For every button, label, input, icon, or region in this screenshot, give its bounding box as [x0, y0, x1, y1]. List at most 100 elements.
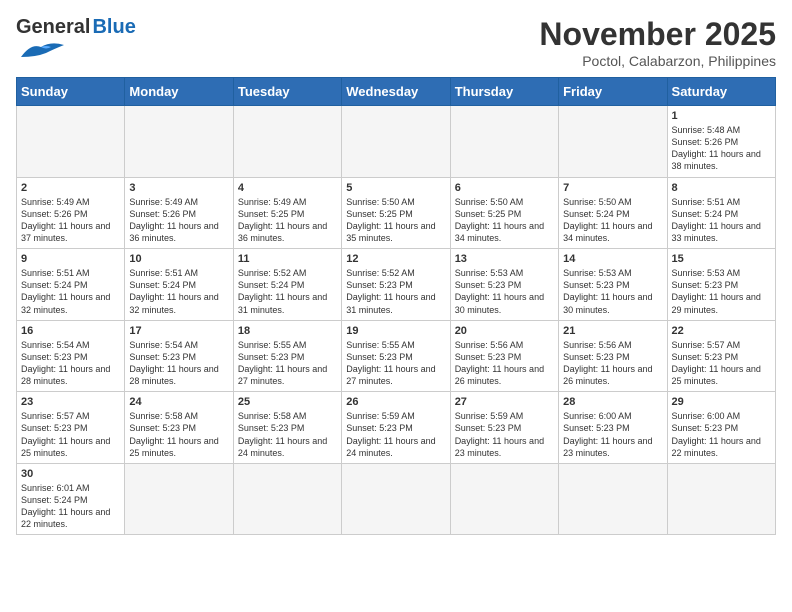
sunset-label: Sunset: 5:23 PM — [346, 352, 413, 362]
sunset-label: Sunset: 5:25 PM — [238, 209, 305, 219]
sunset-label: Sunset: 5:23 PM — [346, 280, 413, 290]
calendar-cell: 23Sunrise: 5:57 AMSunset: 5:23 PMDayligh… — [17, 392, 125, 464]
day-number: 15 — [672, 253, 771, 265]
cell-content: Sunrise: 6:00 AMSunset: 5:23 PMDaylight:… — [672, 410, 771, 459]
calendar-cell: 18Sunrise: 5:55 AMSunset: 5:23 PMDayligh… — [233, 320, 341, 392]
day-number: 6 — [455, 182, 554, 194]
daylight-label: Daylight: 11 hours and 34 minutes. — [563, 221, 652, 243]
sunrise-label: Sunrise: 5:54 AM — [129, 340, 198, 350]
calendar-body: 1 Sunrise: 5:48 AMSunset: 5:26 PMDaylight… — [17, 106, 776, 535]
cell-content: Sunrise: 6:01 AMSunset: 5:24 PMDaylight:… — [21, 482, 120, 531]
title-section: November 2025 Poctol, Calabarzon, Philip… — [539, 16, 776, 69]
calendar-cell: 29Sunrise: 6:00 AMSunset: 5:23 PMDayligh… — [667, 392, 775, 464]
sunset-label: Sunset: 5:24 PM — [238, 280, 305, 290]
daylight-label: Daylight: 11 hours and 27 minutes. — [346, 364, 435, 386]
sunrise-label: Sunrise: 5:59 AM — [346, 411, 415, 421]
cell-content: Sunrise: 5:57 AMSunset: 5:23 PMDaylight:… — [672, 339, 771, 388]
location: Poctol, Calabarzon, Philippines — [539, 53, 776, 69]
calendar-cell: 12Sunrise: 5:52 AMSunset: 5:23 PMDayligh… — [342, 249, 450, 321]
calendar-cell — [342, 463, 450, 535]
day-number: 4 — [238, 182, 337, 194]
cell-content: Sunrise: 5:59 AMSunset: 5:23 PMDaylight:… — [455, 410, 554, 459]
sunrise-label: Sunrise: 6:00 AM — [563, 411, 632, 421]
sunrise-label: Sunrise: 5:57 AM — [672, 340, 741, 350]
day-number: 27 — [455, 396, 554, 408]
sunset-label: Sunset: 5:23 PM — [455, 280, 522, 290]
day-number: 20 — [455, 325, 554, 337]
daylight-label: Daylight: 11 hours and 28 minutes. — [21, 364, 110, 386]
daylight-label: Daylight: 11 hours and 30 minutes. — [563, 292, 652, 314]
day-number: 3 — [129, 182, 228, 194]
calendar-week-row: 30Sunrise: 6:01 AMSunset: 5:24 PMDayligh… — [17, 463, 776, 535]
day-number: 2 — [21, 182, 120, 194]
weekday-header-friday: Friday — [559, 78, 667, 106]
sunrise-label: Sunrise: 5:53 AM — [455, 268, 524, 278]
cell-content: Sunrise: 5:52 AMSunset: 5:24 PMDaylight:… — [238, 267, 337, 316]
sunrise-label: Sunrise: 5:51 AM — [21, 268, 90, 278]
cell-content: Sunrise: 5:56 AMSunset: 5:23 PMDaylight:… — [563, 339, 662, 388]
cell-content: Sunrise: 5:50 AMSunset: 5:25 PMDaylight:… — [455, 196, 554, 245]
sunrise-label: Sunrise: 5:58 AM — [129, 411, 198, 421]
daylight-label: Daylight: 11 hours and 32 minutes. — [129, 292, 218, 314]
sunrise-label: Sunrise: 5:55 AM — [238, 340, 307, 350]
calendar-cell — [667, 463, 775, 535]
logo-bird-icon — [16, 39, 66, 61]
sunset-label: Sunset: 5:23 PM — [455, 423, 522, 433]
page-header: General Blue November 2025 Poctol, Calab… — [16, 16, 776, 69]
sunset-label: Sunset: 5:23 PM — [672, 423, 739, 433]
sunrise-label: Sunrise: 5:51 AM — [129, 268, 198, 278]
calendar-cell: 7Sunrise: 5:50 AMSunset: 5:24 PMDaylight… — [559, 177, 667, 249]
sunset-label: Sunset: 5:26 PM — [129, 209, 196, 219]
calendar-cell: 11Sunrise: 5:52 AMSunset: 5:24 PMDayligh… — [233, 249, 341, 321]
day-number: 13 — [455, 253, 554, 265]
daylight-label: Daylight: 11 hours and 35 minutes. — [346, 221, 435, 243]
day-number: 17 — [129, 325, 228, 337]
sunset-label: Sunset: 5:23 PM — [21, 423, 88, 433]
daylight-label: Daylight: 11 hours and 34 minutes. — [455, 221, 544, 243]
daylight-label: Daylight: 11 hours and 30 minutes. — [455, 292, 544, 314]
sunset-label: Sunset: 5:25 PM — [455, 209, 522, 219]
daylight-label: Daylight: 11 hours and 27 minutes. — [238, 364, 327, 386]
daylight-label: Daylight: 11 hours and 24 minutes. — [238, 436, 327, 458]
sunrise-label: Sunrise: 5:54 AM — [21, 340, 90, 350]
weekday-header-tuesday: Tuesday — [233, 78, 341, 106]
weekday-header-thursday: Thursday — [450, 78, 558, 106]
sunset-label: Sunset: 5:23 PM — [563, 423, 630, 433]
calendar-cell: 3Sunrise: 5:49 AMSunset: 5:26 PMDaylight… — [125, 177, 233, 249]
cell-content: Sunrise: 5:48 AMSunset: 5:26 PMDaylight:… — [672, 124, 771, 173]
calendar-cell — [450, 463, 558, 535]
calendar-cell: 25Sunrise: 5:58 AMSunset: 5:23 PMDayligh… — [233, 392, 341, 464]
sunrise-label: Sunrise: 5:50 AM — [563, 197, 632, 207]
daylight-label: Daylight: 11 hours and 28 minutes. — [129, 364, 218, 386]
sunrise-label: Sunrise: 5:58 AM — [238, 411, 307, 421]
calendar-week-row: 23Sunrise: 5:57 AMSunset: 5:23 PMDayligh… — [17, 392, 776, 464]
cell-content: Sunrise: 5:50 AMSunset: 5:24 PMDaylight:… — [563, 196, 662, 245]
day-number: 22 — [672, 325, 771, 337]
calendar-cell — [559, 463, 667, 535]
day-number: 5 — [346, 182, 445, 194]
sunset-label: Sunset: 5:23 PM — [129, 352, 196, 362]
cell-content: Sunrise: 5:53 AMSunset: 5:23 PMDaylight:… — [563, 267, 662, 316]
calendar-cell — [559, 106, 667, 178]
cell-content: Sunrise: 5:53 AM Sunset: 5:23 PM Daylight:… — [455, 267, 554, 316]
day-number: 10 — [129, 253, 228, 265]
cell-content: Sunrise: 5:58 AMSunset: 5:23 PMDaylight:… — [238, 410, 337, 459]
cell-content: Sunrise: 6:00 AMSunset: 5:23 PMDaylight:… — [563, 410, 662, 459]
sunrise-label: Sunrise: 5:57 AM — [21, 411, 90, 421]
daylight-label: Daylight: 11 hours and 25 minutes. — [21, 436, 110, 458]
calendar-cell — [450, 106, 558, 178]
weekday-header-monday: Monday — [125, 78, 233, 106]
calendar-cell: 2Sunrise: 5:49 AMSunset: 5:26 PMDaylight… — [17, 177, 125, 249]
cell-content: Sunrise: 5:55 AMSunset: 5:23 PMDaylight:… — [238, 339, 337, 388]
calendar-cell: 26Sunrise: 5:59 AMSunset: 5:23 PMDayligh… — [342, 392, 450, 464]
sunset-label: Sunset: 5:23 PM — [672, 352, 739, 362]
daylight-label: Daylight: 11 hours and 36 minutes. — [238, 221, 327, 243]
calendar-cell: 15Sunrise: 5:53 AMSunset: 5:23 PMDayligh… — [667, 249, 775, 321]
sunrise-label: Sunrise: 6:00 AM — [672, 411, 741, 421]
day-number: 1 — [672, 110, 771, 122]
daylight-label: Daylight: 11 hours and 38 minutes. — [672, 149, 761, 171]
calendar-cell — [233, 106, 341, 178]
sunrise-label: Sunrise: 6:01 AM — [21, 483, 90, 493]
logo-general: General — [16, 16, 90, 39]
calendar-cell: 10Sunrise: 5:51 AMSunset: 5:24 PMDayligh… — [125, 249, 233, 321]
